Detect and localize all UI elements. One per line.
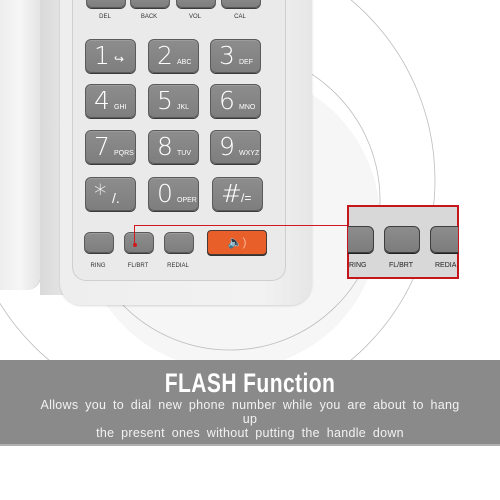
key-digit: 6 <box>219 86 235 115</box>
handset-icon: ↪ <box>114 52 125 66</box>
callout-marker-dot <box>133 243 137 247</box>
zoomed-redial-key <box>430 226 458 253</box>
zoomed-flash-key <box>384 226 420 253</box>
key-8[interactable]: 8 TUV <box>148 130 199 164</box>
banner-title: FLASH Function <box>164 368 336 398</box>
key-letters: JKL <box>177 104 190 111</box>
key-digit: 1 <box>94 41 110 70</box>
back-label: BACK <box>140 14 158 20</box>
key-letters: PQRS <box>114 150 134 157</box>
key-2[interactable]: 2 ABC <box>148 39 199 73</box>
key-letters: /= <box>241 191 252 205</box>
del-key[interactable] <box>86 0 126 8</box>
key-digit: * <box>94 179 107 208</box>
zoomed-flash-label: FL/BRT <box>389 262 413 269</box>
description-line-2: the present ones without putting the han… <box>96 426 404 440</box>
key-digit: 9 <box>219 132 235 161</box>
key-5[interactable]: 5 JKL <box>148 84 199 118</box>
key-star[interactable]: * /. <box>85 177 136 211</box>
speaker-icon: 🔈) <box>227 235 247 249</box>
cal-key[interactable] <box>221 0 261 8</box>
speakerphone-key[interactable]: 🔈) <box>207 230 267 255</box>
key-3[interactable]: 3 DEF <box>210 39 261 73</box>
key-digit: 3 <box>219 41 235 70</box>
ring-key[interactable] <box>84 232 114 253</box>
key-letters: WXYZ <box>239 150 260 157</box>
cal-label: CAL <box>234 14 246 20</box>
flash-key[interactable] <box>124 232 154 253</box>
key-6[interactable]: 6 MNO <box>210 84 261 118</box>
banner-description: Allows you to dial new phone number whil… <box>30 398 470 440</box>
key-digit: 4 <box>94 86 110 115</box>
callout-leader-line <box>134 225 135 245</box>
key-4[interactable]: 4 GHI <box>85 84 136 118</box>
key-digit: 2 <box>157 41 173 70</box>
key-hash[interactable]: #/= <box>212 177 263 211</box>
redial-key[interactable] <box>164 232 194 253</box>
key-7[interactable]: 7 PQRS <box>85 130 136 164</box>
key-digit: # <box>221 179 242 208</box>
key-9[interactable]: 9 WXYZ <box>210 130 261 164</box>
redial-label: REDIAL <box>167 263 189 269</box>
zoomed-ring-label: RING <box>349 262 367 269</box>
key-letters: DEF <box>239 59 253 66</box>
vol-key[interactable] <box>176 0 216 8</box>
key-letters: ABC <box>177 59 192 66</box>
vol-label: VOL <box>188 14 201 20</box>
zoomed-redial-label: REDIA <box>435 262 457 269</box>
key-digit: 5 <box>157 86 173 115</box>
key-digit: 0 <box>157 179 173 208</box>
flash-key-zoom-callout: RING FL/BRT REDIA <box>347 205 459 279</box>
key-digit: 8 <box>157 132 173 161</box>
key-letters: GHI <box>114 104 127 111</box>
key-1[interactable]: 1 ↪ <box>85 39 136 73</box>
key-letters: MNO <box>239 104 256 111</box>
key-0[interactable]: 0 OPER <box>148 177 199 211</box>
key-digit: 7 <box>94 132 110 161</box>
key-letters: OPER <box>177 197 197 204</box>
zoomed-ring-key <box>348 226 374 253</box>
del-label: DEL <box>99 14 111 20</box>
handset <box>0 0 40 290</box>
key-letters: /. <box>112 190 120 206</box>
key-letters: TUV <box>177 150 191 157</box>
back-key[interactable] <box>130 0 170 8</box>
description-line-1: Allows you to dial new phone number whil… <box>40 398 460 426</box>
callout-leader-line <box>134 225 348 226</box>
